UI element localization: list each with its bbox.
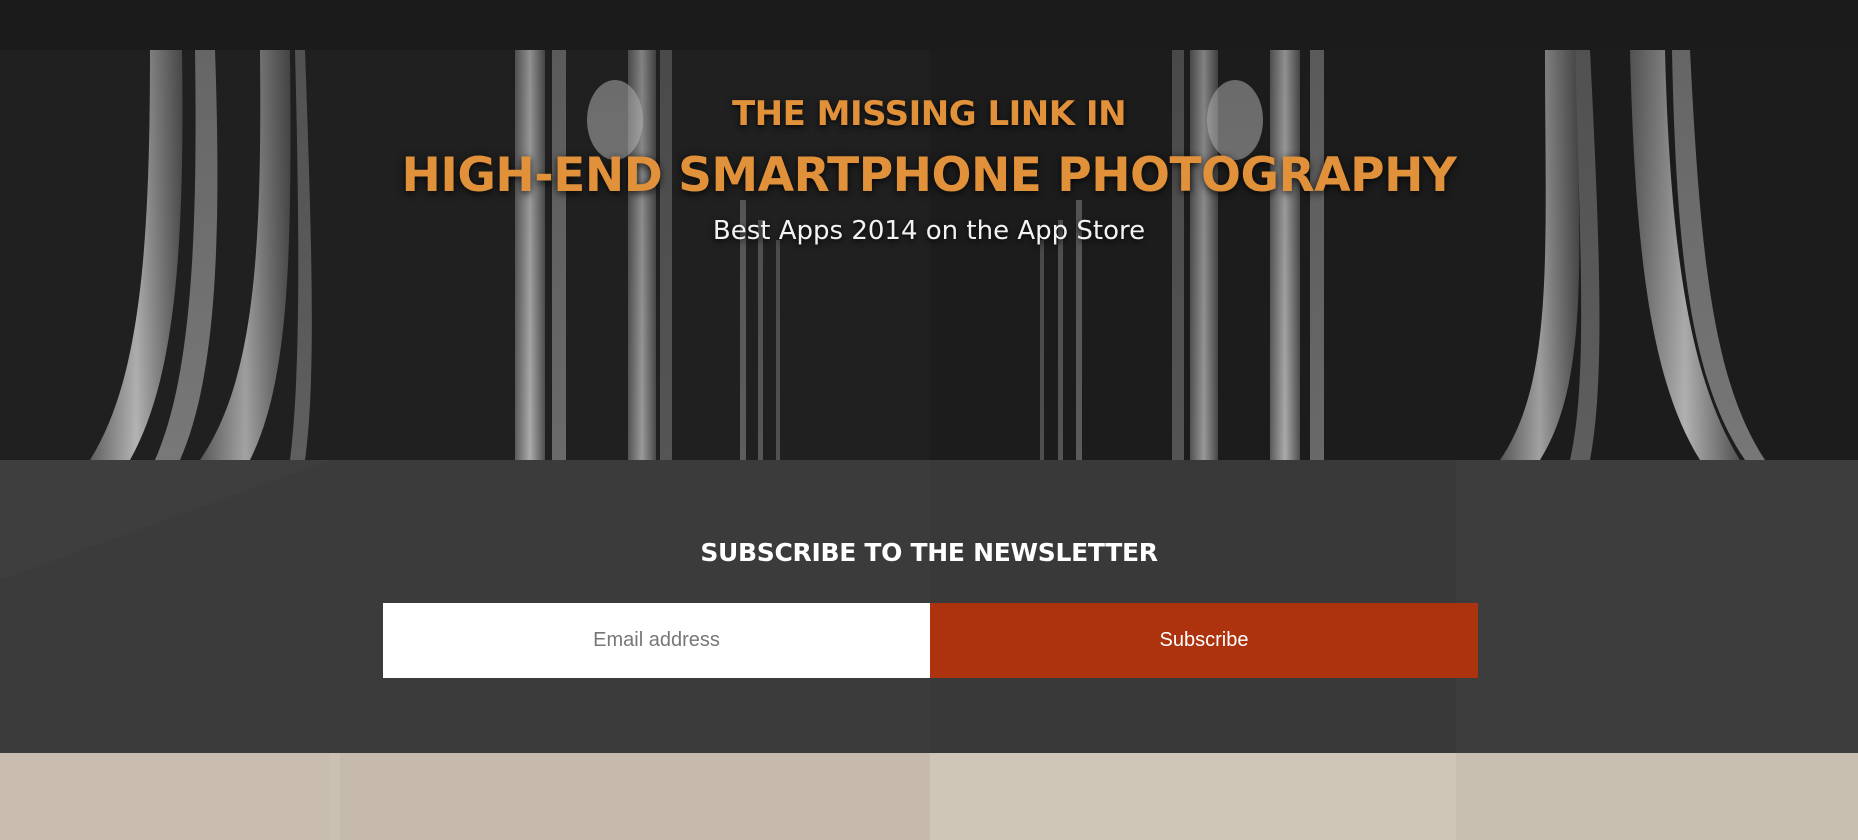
newsletter-section: SUBSCRIBE TO THE NEWSLETTER Subscribe	[0, 460, 1858, 753]
newsletter-title: SUBSCRIBE TO THE NEWSLETTER	[700, 538, 1158, 567]
hero-banner: THE MISSING LINK IN HIGH-END SMARTPHONE …	[0, 50, 1858, 460]
email-input[interactable]	[383, 603, 930, 678]
hero-title-line-2: HIGH-END SMARTPHONE PHOTOGRAPHY	[401, 148, 1457, 203]
hero-subtitle: Best Apps 2014 on the App Store	[712, 216, 1146, 246]
subscribe-button[interactable]: Subscribe	[930, 603, 1478, 678]
top-bar	[0, 0, 1858, 50]
bottom-section	[0, 753, 1858, 840]
hero-title-line-1: THE MISSING LINK IN	[731, 94, 1127, 134]
bottom-background-pattern	[0, 753, 1858, 840]
